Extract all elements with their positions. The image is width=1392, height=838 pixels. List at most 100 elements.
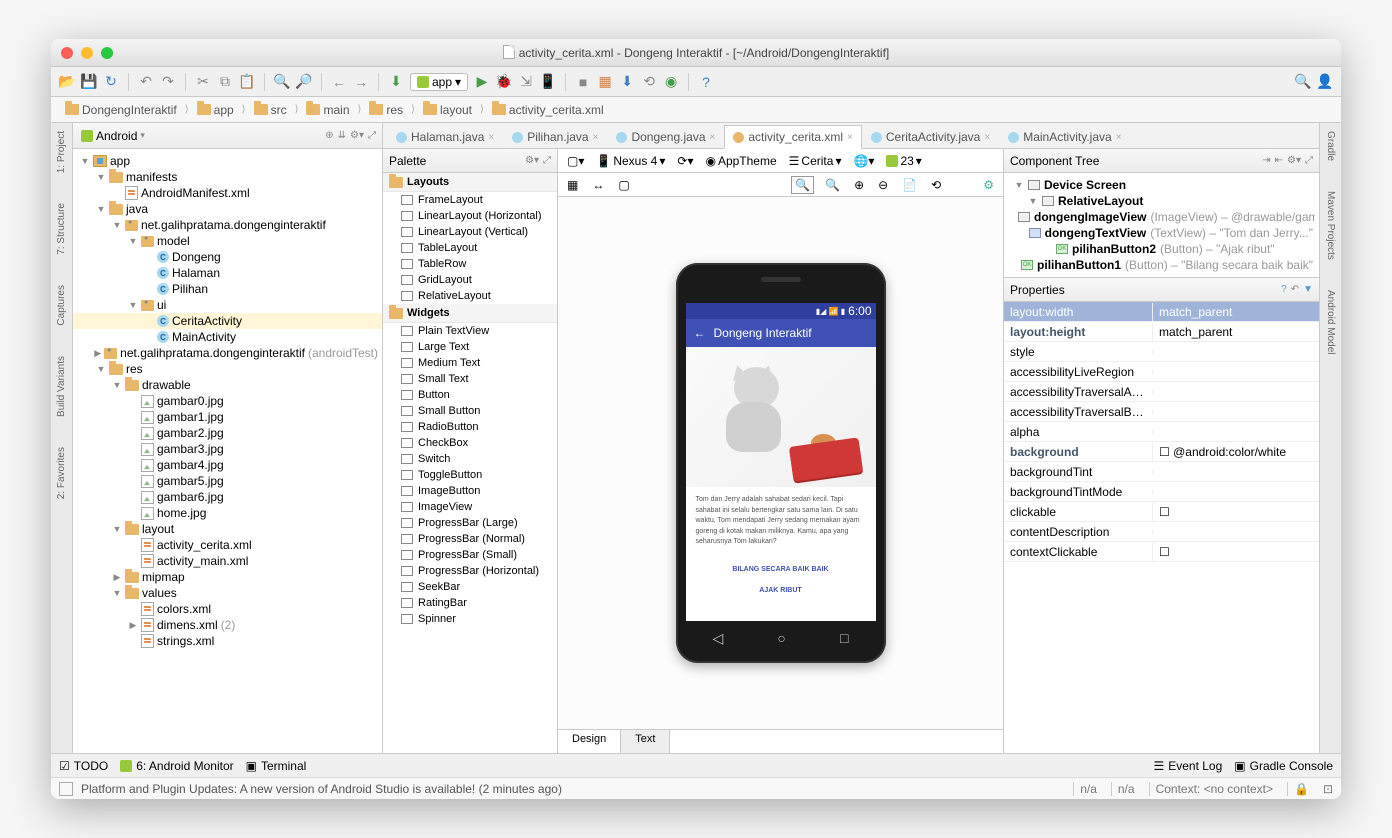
palette-item[interactable]: RadioButton <box>383 419 557 435</box>
left-tool-tab[interactable]: 7: Structure <box>56 199 67 259</box>
replace-icon[interactable]: 🔎 <box>296 74 312 90</box>
redo-icon[interactable]: ↷ <box>160 74 176 90</box>
property-row[interactable]: layout:widthmatch_parent <box>1004 302 1319 322</box>
palette-item[interactable]: Plain TextView <box>383 323 557 339</box>
component-tree-item[interactable]: ▼RelativeLayout <box>1008 193 1315 209</box>
terminal-button[interactable]: ▣ Terminal <box>246 759 307 773</box>
tree-item[interactable]: gambar1.jpg <box>73 409 382 425</box>
tree-item[interactable]: CPilihan <box>73 281 382 297</box>
property-row[interactable]: contextClickable☐ <box>1004 542 1319 562</box>
palette-item[interactable]: Button <box>383 387 557 403</box>
paste-icon[interactable]: 📋 <box>239 74 255 90</box>
toggle-icon[interactable]: ↔ <box>589 177 607 193</box>
project-view-select[interactable]: Android▾ <box>79 128 147 144</box>
crumb[interactable]: activity_cerita.xml <box>486 101 610 119</box>
zoom-actual-icon[interactable]: 🔍 <box>822 177 843 193</box>
cut-icon[interactable]: ✂ <box>195 74 211 90</box>
help-icon[interactable]: ? <box>1281 284 1287 295</box>
crumb[interactable]: src <box>248 101 293 119</box>
gear-icon[interactable]: ⚙▾ <box>1287 155 1301 166</box>
tree-item[interactable]: ▼app <box>73 153 382 169</box>
palette-item[interactable]: Medium Text <box>383 355 557 371</box>
back-icon[interactable]: ← <box>331 74 347 90</box>
palette-item[interactable]: Small Button <box>383 403 557 419</box>
palette-item[interactable]: CheckBox <box>383 435 557 451</box>
tree-item[interactable]: activity_main.xml <box>73 553 382 569</box>
revert-icon[interactable]: ↶ <box>1291 284 1299 295</box>
save-icon[interactable]: 💾 <box>81 74 97 90</box>
preview-canvas[interactable]: ▮◢ 📶 ▮ 6:00 ←Dongeng Interaktif <box>558 197 1003 729</box>
open-icon[interactable]: 📂 <box>59 74 75 90</box>
tree-item[interactable]: strings.xml <box>73 633 382 649</box>
tree-item[interactable]: CCeritaActivity <box>73 313 382 329</box>
tree-item[interactable]: ▼values <box>73 585 382 601</box>
zoom-fit-icon[interactable]: 🔍 <box>791 176 814 194</box>
sdk-icon[interactable]: ⬇ <box>619 74 635 90</box>
expand-icon[interactable]: ⇥ <box>1262 155 1270 166</box>
palette-item[interactable]: RelativeLayout <box>383 288 557 304</box>
component-tree-item[interactable]: dongengImageView (ImageView) – @drawable… <box>1008 209 1315 225</box>
gear-icon[interactable]: ⚙▾ <box>525 155 539 166</box>
render-icon[interactable]: ▦ <box>564 177 581 193</box>
property-row[interactable]: style <box>1004 342 1319 362</box>
undo-icon[interactable]: ↶ <box>138 74 154 90</box>
tree-item[interactable]: activity_cerita.xml <box>73 537 382 553</box>
make-icon[interactable]: ⬇ <box>388 74 404 90</box>
crumb[interactable]: layout <box>417 101 478 119</box>
tree-item[interactable]: gambar2.jpg <box>73 425 382 441</box>
palette-item[interactable]: TableRow <box>383 256 557 272</box>
palette-item[interactable]: LinearLayout (Vertical) <box>383 224 557 240</box>
android-monitor-button[interactable]: 6: Android Monitor <box>120 759 233 773</box>
gradle-console-button[interactable]: ▣ Gradle Console <box>1234 759 1333 773</box>
palette-item[interactable]: ToggleButton <box>383 467 557 483</box>
avd-icon[interactable]: ▦ <box>597 74 613 90</box>
property-row[interactable]: clickable☐ <box>1004 502 1319 522</box>
run-config-select[interactable]: app▾ <box>410 73 468 91</box>
tree-item[interactable]: ▶mipmap <box>73 569 382 585</box>
help-icon[interactable]: ? <box>698 74 714 90</box>
crumb[interactable]: main <box>300 101 355 119</box>
collapse-icon[interactable]: ⇤ <box>1275 155 1283 166</box>
right-tool-tab[interactable]: Gradle <box>1325 127 1336 165</box>
user-icon[interactable]: 👤 <box>1317 74 1333 90</box>
gear-icon[interactable]: ⚙▾ <box>350 130 364 141</box>
palette-item[interactable]: ProgressBar (Horizontal) <box>383 563 557 579</box>
left-tool-tab[interactable]: 2: Favorites <box>56 443 67 503</box>
activity-select[interactable]: ☰ Cerita▾ <box>786 153 845 169</box>
left-tool-tab[interactable]: 1: Project <box>56 127 67 177</box>
sync-icon[interactable]: ↻ <box>103 74 119 90</box>
tree-item[interactable]: AndroidManifest.xml <box>73 185 382 201</box>
find-icon[interactable]: 🔍 <box>274 74 290 90</box>
property-row[interactable]: accessibilityTraversalAfter <box>1004 382 1319 402</box>
goto-icon[interactable]: ⊡ <box>1323 782 1333 796</box>
design-tab[interactable]: Design <box>558 730 621 753</box>
tree-item[interactable]: gambar3.jpg <box>73 441 382 457</box>
event-log-button[interactable]: ☰ Event Log <box>1153 759 1222 773</box>
tree-item[interactable]: gambar6.jpg <box>73 489 382 505</box>
palette-item[interactable]: FrameLayout <box>383 192 557 208</box>
tree-item[interactable]: CMainActivity <box>73 329 382 345</box>
hide-icon[interactable]: ⤢ <box>368 130 376 141</box>
palette-item[interactable]: Switch <box>383 451 557 467</box>
tree-item[interactable]: ▼net.galihpratama.dongenginteraktif <box>73 217 382 233</box>
property-row[interactable]: accessibilityTraversalBefore <box>1004 402 1319 422</box>
tree-item[interactable]: ▼ui <box>73 297 382 313</box>
component-tree-item[interactable]: OKpilihanButton1 (Button) – "Bilang seca… <box>1008 257 1315 273</box>
hide-icon[interactable]: ⤢ <box>543 155 551 166</box>
locale-icon[interactable]: 🌐▾ <box>850 153 877 169</box>
zoom-in-icon[interactable]: ⊕ <box>851 177 867 193</box>
tree-item[interactable]: ▼layout <box>73 521 382 537</box>
property-row[interactable]: layout:heightmatch_parent <box>1004 322 1319 342</box>
palette-item[interactable]: ProgressBar (Normal) <box>383 531 557 547</box>
attach-icon[interactable]: ⇲ <box>518 74 534 90</box>
tree-item[interactable]: gambar0.jpg <box>73 393 382 409</box>
palette-item[interactable]: GridLayout <box>383 272 557 288</box>
palette-item[interactable]: ImageView <box>383 499 557 515</box>
palette-item[interactable]: RatingBar <box>383 595 557 611</box>
orientation-icon[interactable]: ⟳▾ <box>674 153 696 169</box>
editor-tab[interactable]: CeritaActivity.java× <box>862 125 999 148</box>
component-tree-item[interactable]: ▼Device Screen <box>1008 177 1315 193</box>
forward-icon[interactable]: → <box>353 74 369 90</box>
tree-item[interactable]: ▼manifests <box>73 169 382 185</box>
palette-item[interactable]: ProgressBar (Large) <box>383 515 557 531</box>
